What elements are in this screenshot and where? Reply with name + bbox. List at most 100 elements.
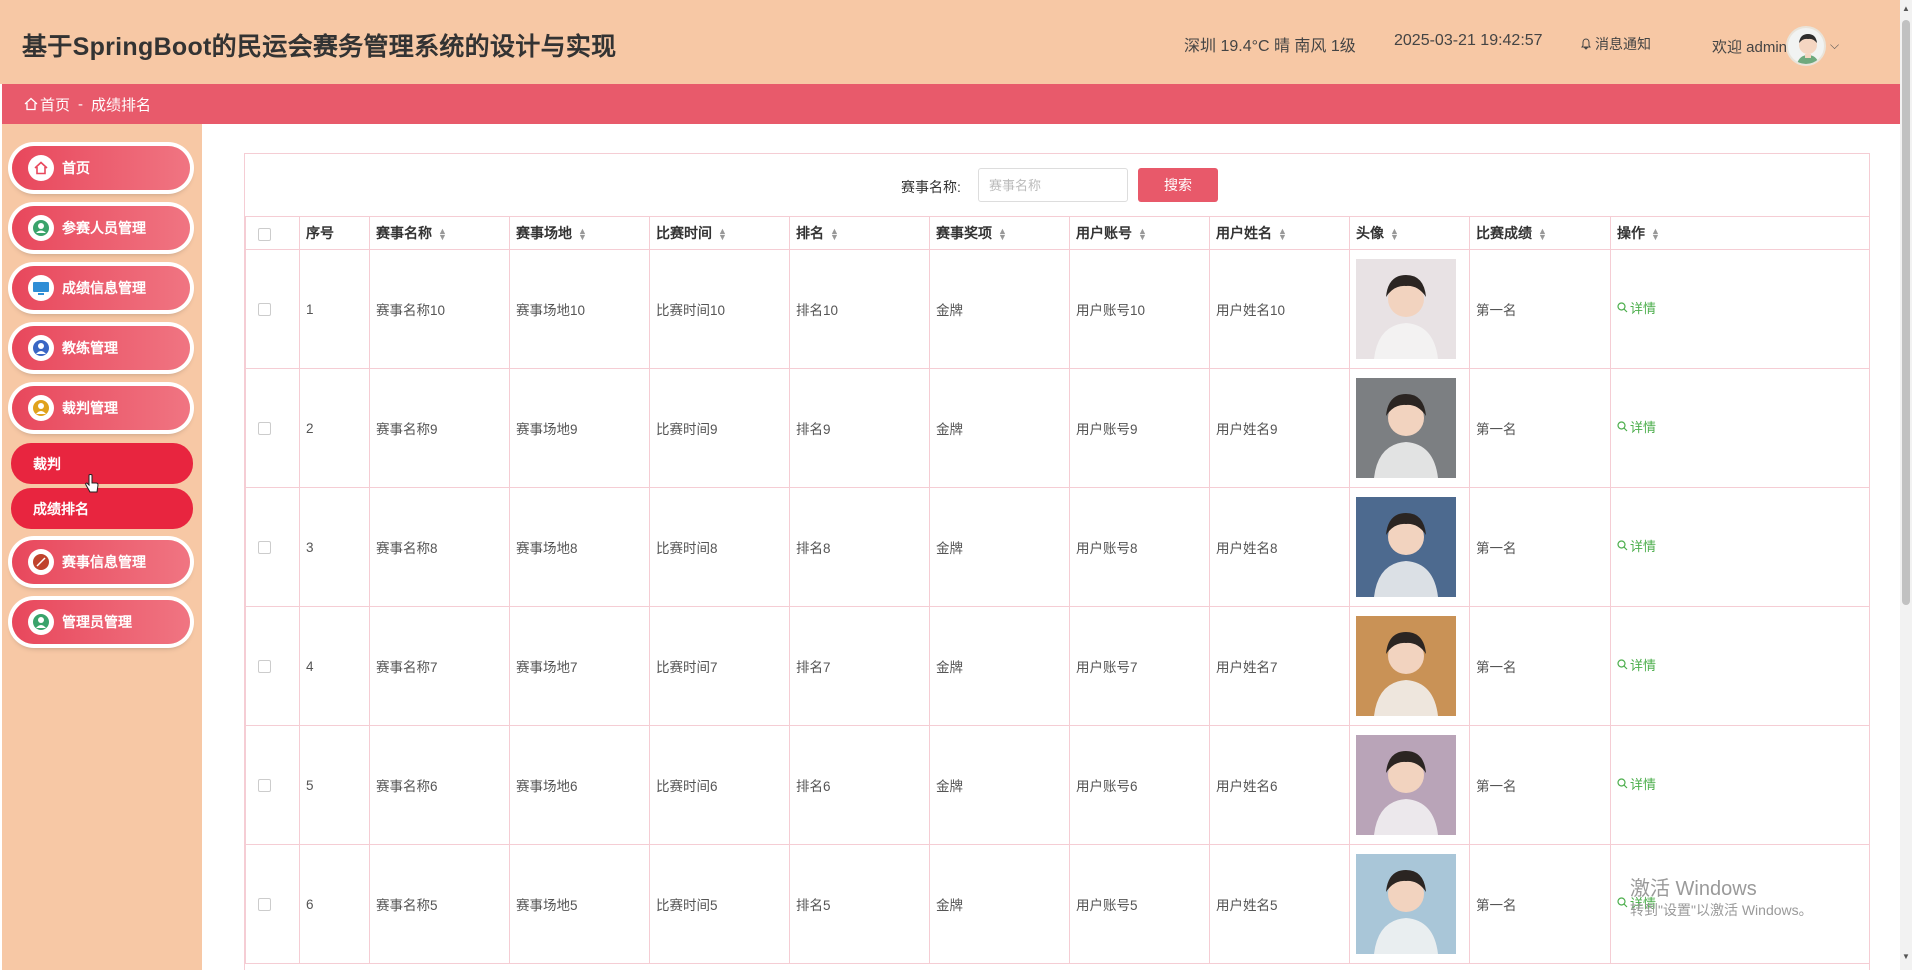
chevron-down-icon[interactable]: ⌵ — [1830, 38, 1839, 53]
sort-icon[interactable]: ▲ ▼ — [998, 227, 1007, 242]
cell-actions: 详情 — [1610, 606, 1869, 726]
sort-icon[interactable]: ▲ ▼ — [1538, 227, 1547, 242]
sort-icon[interactable]: ▲ ▼ — [1390, 227, 1399, 242]
detail-button[interactable]: 详情 — [1617, 417, 1656, 436]
user-avatar[interactable] — [1786, 26, 1826, 66]
column-header-name[interactable]: 用户姓名 ▲ ▼ — [1209, 216, 1350, 250]
cell-award: 金牌 — [929, 368, 1070, 488]
avatar-photo[interactable] — [1356, 735, 1456, 835]
detail-button[interactable]: 详情 — [1617, 774, 1656, 793]
avatar-photo[interactable] — [1356, 497, 1456, 597]
column-header-avatar[interactable]: 头像 ▲ ▼ — [1349, 216, 1470, 250]
column-header-rank[interactable]: 排名 ▲ ▼ — [789, 216, 930, 250]
table-row: 2 赛事名称9 赛事场地9 比赛时间9 排名9 金牌 用户账号9 用户姓名9 第一名 详情 — [245, 368, 1869, 488]
cell-score: 第一名 — [1469, 844, 1611, 964]
avatar-photo[interactable] — [1356, 616, 1456, 716]
cell-name: 用户姓名10 — [1209, 249, 1350, 369]
submenu-score-ranking[interactable]: 成绩排名 — [11, 488, 193, 529]
avatar-photo[interactable] — [1356, 854, 1456, 954]
cell-avatar — [1349, 606, 1470, 726]
row-checkbox[interactable] — [258, 898, 271, 912]
event-name-search-input[interactable] — [978, 168, 1128, 202]
submenu-referee[interactable]: 裁判 — [11, 443, 193, 484]
cell-rank: 排名8 — [789, 487, 930, 607]
admin-icon — [28, 609, 54, 635]
sort-icon[interactable]: ▲ ▼ — [438, 227, 447, 242]
cell-event: 赛事名称10 — [369, 249, 510, 369]
cell-award: 金牌 — [929, 606, 1070, 726]
row-select-cell — [245, 606, 300, 726]
cell-actions: 详情 — [1610, 725, 1869, 845]
notification-button[interactable]: 消息通知 — [1580, 34, 1651, 54]
cell-event: 赛事名称7 — [369, 606, 510, 726]
cell-avatar — [1349, 368, 1470, 488]
column-header-venue[interactable]: 赛事场地 ▲ ▼ — [509, 216, 650, 250]
select-all-cell — [245, 216, 300, 250]
detail-button[interactable]: 详情 — [1617, 298, 1656, 317]
avatar-photo[interactable] — [1356, 259, 1456, 359]
home-icon — [24, 97, 38, 111]
sidebar-item-admin-management[interactable]: 管理员管理 — [12, 600, 190, 644]
sort-icon[interactable]: ▲ ▼ — [578, 227, 587, 242]
cell-no: 3 — [299, 487, 370, 607]
column-label: 用户账号 — [1076, 225, 1132, 241]
sidebar-item-label: 赛事信息管理 — [62, 554, 146, 570]
cell-time: 比赛时间8 — [649, 487, 790, 607]
column-header-award[interactable]: 赛事奖项 ▲ ▼ — [929, 216, 1070, 250]
row-checkbox[interactable] — [258, 422, 271, 436]
sort-icon[interactable]: ▲ ▼ — [718, 227, 727, 242]
table-row: 6 赛事名称5 赛事场地5 比赛时间5 排名5 金牌 用户账号5 用户姓名5 第一名 详情 — [245, 844, 1869, 964]
scroll-up-icon[interactable]: ▲ — [1902, 4, 1910, 13]
cell-actions: 详情 — [1610, 249, 1869, 369]
sidebar-item-event-management[interactable]: 赛事信息管理 — [12, 540, 190, 584]
search-icon — [1617, 659, 1628, 670]
sidebar-item-home[interactable]: 首页 — [12, 146, 190, 190]
sidebar-item-label: 教练管理 — [62, 340, 118, 356]
detail-button[interactable]: 详情 — [1617, 655, 1656, 674]
sidebar-item-referee-management[interactable]: 裁判管理 — [12, 386, 190, 430]
row-select-cell — [245, 725, 300, 845]
cell-account: 用户账号8 — [1069, 487, 1210, 607]
column-label: 头像 — [1356, 225, 1384, 241]
sort-icon[interactable]: ▲ ▼ — [830, 227, 839, 242]
select-all-checkbox[interactable] — [258, 227, 271, 241]
cell-name: 用户姓名8 — [1209, 487, 1350, 607]
cell-event: 赛事名称5 — [369, 844, 510, 964]
column-header-actions[interactable]: 操作 ▲ ▼ — [1610, 216, 1869, 250]
row-checkbox[interactable] — [258, 541, 271, 555]
cell-venue: 赛事场地5 — [509, 844, 650, 964]
sidebar-item-athlete-management[interactable]: 参赛人员管理 — [12, 206, 190, 250]
search-button[interactable]: 搜索 — [1138, 168, 1218, 202]
cell-no: 5 — [299, 725, 370, 845]
sidebar-item-score-management[interactable]: 成绩信息管理 — [12, 266, 190, 310]
cell-venue: 赛事场地7 — [509, 606, 650, 726]
row-checkbox[interactable] — [258, 779, 271, 793]
hand-cursor-icon — [85, 474, 99, 493]
scroll-down-icon[interactable]: ▼ — [1902, 952, 1910, 961]
breadcrumb-home[interactable]: 首页 — [40, 94, 70, 115]
cell-venue: 赛事场地6 — [509, 725, 650, 845]
row-checkbox[interactable] — [258, 303, 271, 317]
column-header-score[interactable]: 比赛成绩 ▲ ▼ — [1469, 216, 1611, 250]
cell-award: 金牌 — [929, 249, 1070, 369]
column-header-event[interactable]: 赛事名称 ▲ ▼ — [369, 216, 510, 250]
row-checkbox[interactable] — [258, 660, 271, 674]
sort-icon[interactable]: ▲ ▼ — [1138, 227, 1147, 242]
cell-no: 6 — [299, 844, 370, 964]
sidebar-item-coach-management[interactable]: 教练管理 — [12, 326, 190, 370]
row-select-cell — [245, 249, 300, 369]
cell-time: 比赛时间10 — [649, 249, 790, 369]
scrollbar-thumb[interactable] — [1902, 20, 1910, 605]
cell-score: 第一名 — [1469, 487, 1611, 607]
column-label: 用户姓名 — [1216, 225, 1272, 241]
avatar-photo[interactable] — [1356, 378, 1456, 478]
column-header-account[interactable]: 用户账号 ▲ ▼ — [1069, 216, 1210, 250]
table-header-row: 序号 赛事名称 ▲ ▼ 赛事场地 ▲ ▼ 比赛时间 ▲ ▼ 排名 ▲ ▼ 赛事奖项 ▲ ▼ 用户账号… — [245, 216, 1869, 250]
sort-icon[interactable]: ▲ ▼ — [1278, 227, 1287, 242]
table-row: 5 赛事名称6 赛事场地6 比赛时间6 排名6 金牌 用户账号6 用户姓名6 第一名 详情 — [245, 725, 1869, 845]
detail-button[interactable]: 详情 — [1617, 536, 1656, 555]
sort-icon[interactable]: ▲ ▼ — [1651, 227, 1660, 242]
search-icon — [1617, 778, 1628, 789]
search-bar: 赛事名称: 搜索 — [245, 154, 1869, 216]
column-header-time[interactable]: 比赛时间 ▲ ▼ — [649, 216, 790, 250]
